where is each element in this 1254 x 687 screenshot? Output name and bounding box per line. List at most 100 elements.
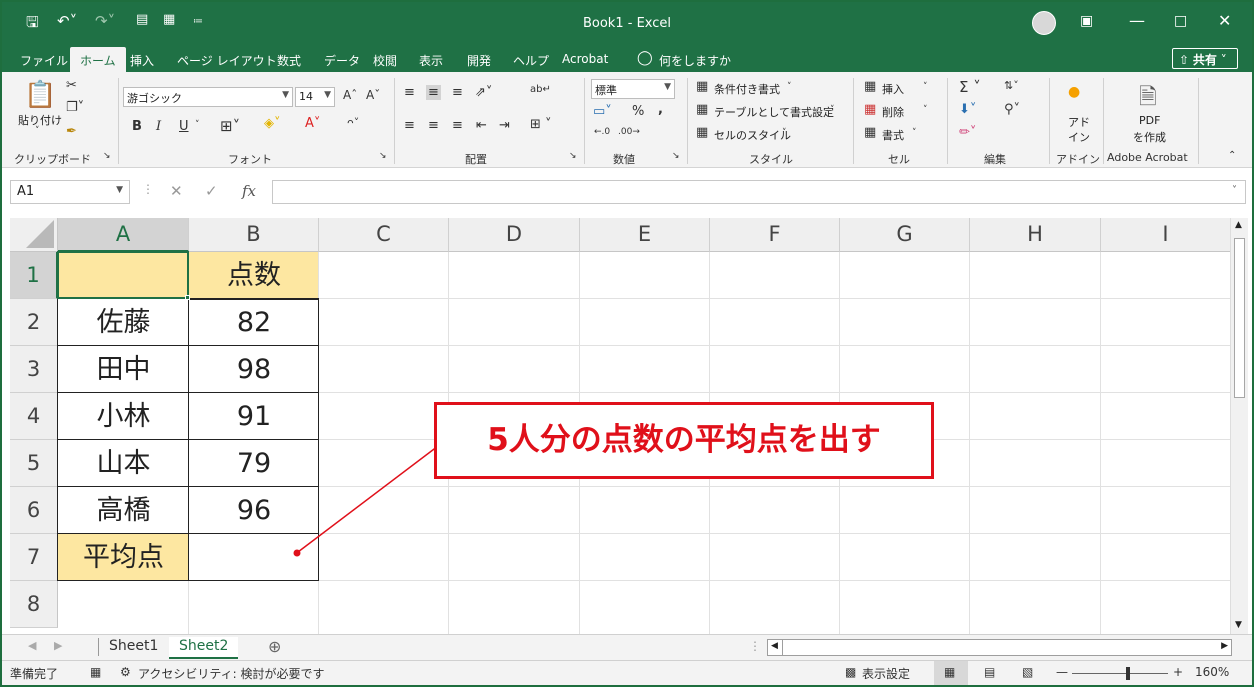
cell-b1[interactable]: 点数	[189, 252, 319, 299]
display-settings-button[interactable]: 表示設定	[862, 665, 910, 682]
selected-cell-a1[interactable]	[57, 251, 189, 299]
row-header-6[interactable]: 6	[10, 487, 58, 534]
column-header-i[interactable]: I	[1101, 218, 1230, 252]
format-painter-icon[interactable]: ✒	[66, 124, 77, 139]
split-handle-icon[interactable]: ⋮	[749, 639, 761, 653]
cell-a4[interactable]: 小林	[58, 393, 189, 440]
format-cells-icon[interactable]: ▦	[864, 125, 876, 140]
conditional-format-icon[interactable]: ▦	[696, 79, 708, 94]
scroll-down-icon[interactable]: ▼	[1235, 620, 1242, 630]
fill-icon[interactable]: ⬇˅	[959, 102, 976, 117]
cell-b2[interactable]: 82	[189, 299, 319, 346]
font-color-icon[interactable]: A˅	[305, 116, 320, 131]
tab-home[interactable]: ホーム	[70, 47, 126, 72]
shrink-font-icon[interactable]: Aˇ	[366, 88, 380, 102]
column-header-f[interactable]: F	[710, 218, 840, 252]
zoom-slider-thumb[interactable]	[1126, 667, 1130, 680]
merge-center-icon[interactable]: ⊞ ˅	[530, 117, 552, 132]
tab-view[interactable]: 表示	[419, 52, 443, 69]
alignment-launcher-icon[interactable]: ↘	[569, 151, 577, 161]
insert-cells-icon[interactable]: ▦	[864, 79, 876, 94]
cell-styles-icon[interactable]: ▦	[696, 125, 708, 140]
number-launcher-icon[interactable]: ↘	[672, 151, 680, 161]
sheet-tab-sheet1[interactable]: Sheet1	[99, 637, 168, 659]
copy-icon[interactable]: ❐˅	[66, 100, 84, 115]
select-all-button[interactable]	[10, 218, 58, 252]
page-layout-view-icon[interactable]: ▤	[984, 665, 995, 679]
cell-styles-button[interactable]: セルのスタイル	[714, 127, 791, 143]
ribbon-display-icon[interactable]: ▣	[1080, 13, 1093, 29]
vertical-scrollbar[interactable]: ▲ ▼	[1230, 218, 1248, 634]
number-format-select[interactable]: 標準 ▼	[591, 79, 675, 99]
name-box[interactable]: A1 ▼	[10, 180, 130, 204]
cell-a2[interactable]: 佐藤	[58, 299, 189, 346]
align-left-icon[interactable]: ≡	[404, 118, 415, 133]
normal-view-icon[interactable]: ▦	[944, 665, 955, 679]
tab-insert[interactable]: 挿入	[130, 52, 154, 69]
font-launcher-icon[interactable]: ↘	[379, 151, 387, 161]
add-sheet-icon[interactable]: ⊕	[268, 637, 281, 656]
row-header-7[interactable]: 7	[10, 534, 58, 581]
cell-a3[interactable]: 田中	[58, 346, 189, 393]
formula-input[interactable]	[272, 180, 1246, 204]
cell-b5[interactable]: 79	[189, 440, 319, 487]
create-pdf-line2[interactable]: を作成	[1133, 129, 1166, 145]
tab-acrobat[interactable]: Acrobat	[562, 52, 608, 66]
phonetic-icon[interactable]: ᴖ˅	[347, 116, 359, 129]
align-bottom-icon[interactable]: ≡	[452, 85, 463, 100]
conditional-format-button[interactable]: 条件付き書式	[714, 81, 780, 97]
decrease-decimal-icon[interactable]: .00→	[618, 127, 640, 137]
tab-review[interactable]: 校閲	[373, 52, 397, 69]
column-header-g[interactable]: G	[840, 218, 970, 252]
align-right-icon[interactable]: ≡	[452, 118, 463, 133]
borders-icon[interactable]: ⊞˅	[220, 117, 240, 135]
column-header-b[interactable]: B	[189, 218, 319, 252]
scroll-right-icon[interactable]: ▶	[1221, 641, 1228, 651]
scroll-left-icon[interactable]: ◀	[771, 641, 778, 651]
cut-icon[interactable]: ✂	[66, 78, 77, 93]
find-select-icon[interactable]: ⚲˅	[1004, 102, 1020, 117]
column-header-h[interactable]: H	[970, 218, 1101, 252]
addins-button-line1[interactable]: アド	[1068, 114, 1090, 130]
tab-page-layout[interactable]: ページ レイアウト	[177, 52, 277, 69]
scroll-up-icon[interactable]: ▲	[1235, 220, 1242, 230]
row-header-2[interactable]: 2	[10, 299, 58, 346]
column-header-a[interactable]: A	[58, 218, 189, 252]
cell-b4[interactable]: 91	[189, 393, 319, 440]
zoom-in-icon[interactable]: +	[1173, 665, 1183, 679]
zoom-slider[interactable]	[1072, 673, 1168, 674]
column-header-d[interactable]: D	[449, 218, 580, 252]
sort-filter-icon[interactable]: ⇅˅	[1004, 79, 1019, 92]
column-header-e[interactable]: E	[580, 218, 710, 252]
macro-record-icon[interactable]: ▦	[90, 665, 101, 679]
format-as-table-button[interactable]: テーブルとして書式設定	[714, 104, 834, 120]
insert-cells-button[interactable]: 挿入	[882, 81, 904, 97]
share-button[interactable]: ⇧ 共有 ˅	[1172, 48, 1238, 69]
prev-sheet-icon[interactable]: ◀	[28, 639, 36, 652]
increase-decimal-icon[interactable]: ←.0	[594, 127, 610, 137]
horizontal-scrollbar[interactable]: ◀ ▶	[767, 639, 1232, 656]
wrap-text-icon[interactable]: ab↵	[530, 84, 551, 95]
currency-icon[interactable]: ▭˅	[593, 104, 612, 119]
create-pdf-line1[interactable]: PDF	[1139, 114, 1160, 127]
cell-b6[interactable]: 96	[189, 487, 319, 534]
tell-me-search[interactable]: 何をしますか	[659, 52, 731, 69]
close-icon[interactable]: ✕	[1218, 11, 1231, 30]
align-middle-icon[interactable]: ≡	[426, 85, 441, 100]
addins-icon[interactable]: ●	[1068, 84, 1080, 100]
scroll-thumb[interactable]	[1234, 238, 1245, 398]
align-center-icon[interactable]: ≡	[428, 118, 439, 133]
clipboard-launcher-icon[interactable]: ↘	[103, 151, 111, 161]
decrease-indent-icon[interactable]: ⇤	[476, 118, 487, 133]
italic-button[interactable]: I	[156, 119, 161, 134]
tab-data[interactable]: データ	[324, 52, 360, 69]
row-header-8[interactable]: 8	[10, 581, 58, 628]
format-as-table-icon[interactable]: ▦	[696, 102, 708, 117]
cell-b7[interactable]	[189, 534, 319, 581]
expand-formula-icon[interactable]: ˅	[1232, 185, 1237, 196]
accessibility-status[interactable]: アクセシビリティ: 検討が必要です	[138, 665, 325, 682]
enter-icon[interactable]: ✓	[205, 182, 218, 200]
row-header-1[interactable]: 1	[10, 252, 58, 299]
column-header-c[interactable]: C	[319, 218, 449, 252]
font-size-select[interactable]: 14 ▼	[295, 87, 335, 107]
